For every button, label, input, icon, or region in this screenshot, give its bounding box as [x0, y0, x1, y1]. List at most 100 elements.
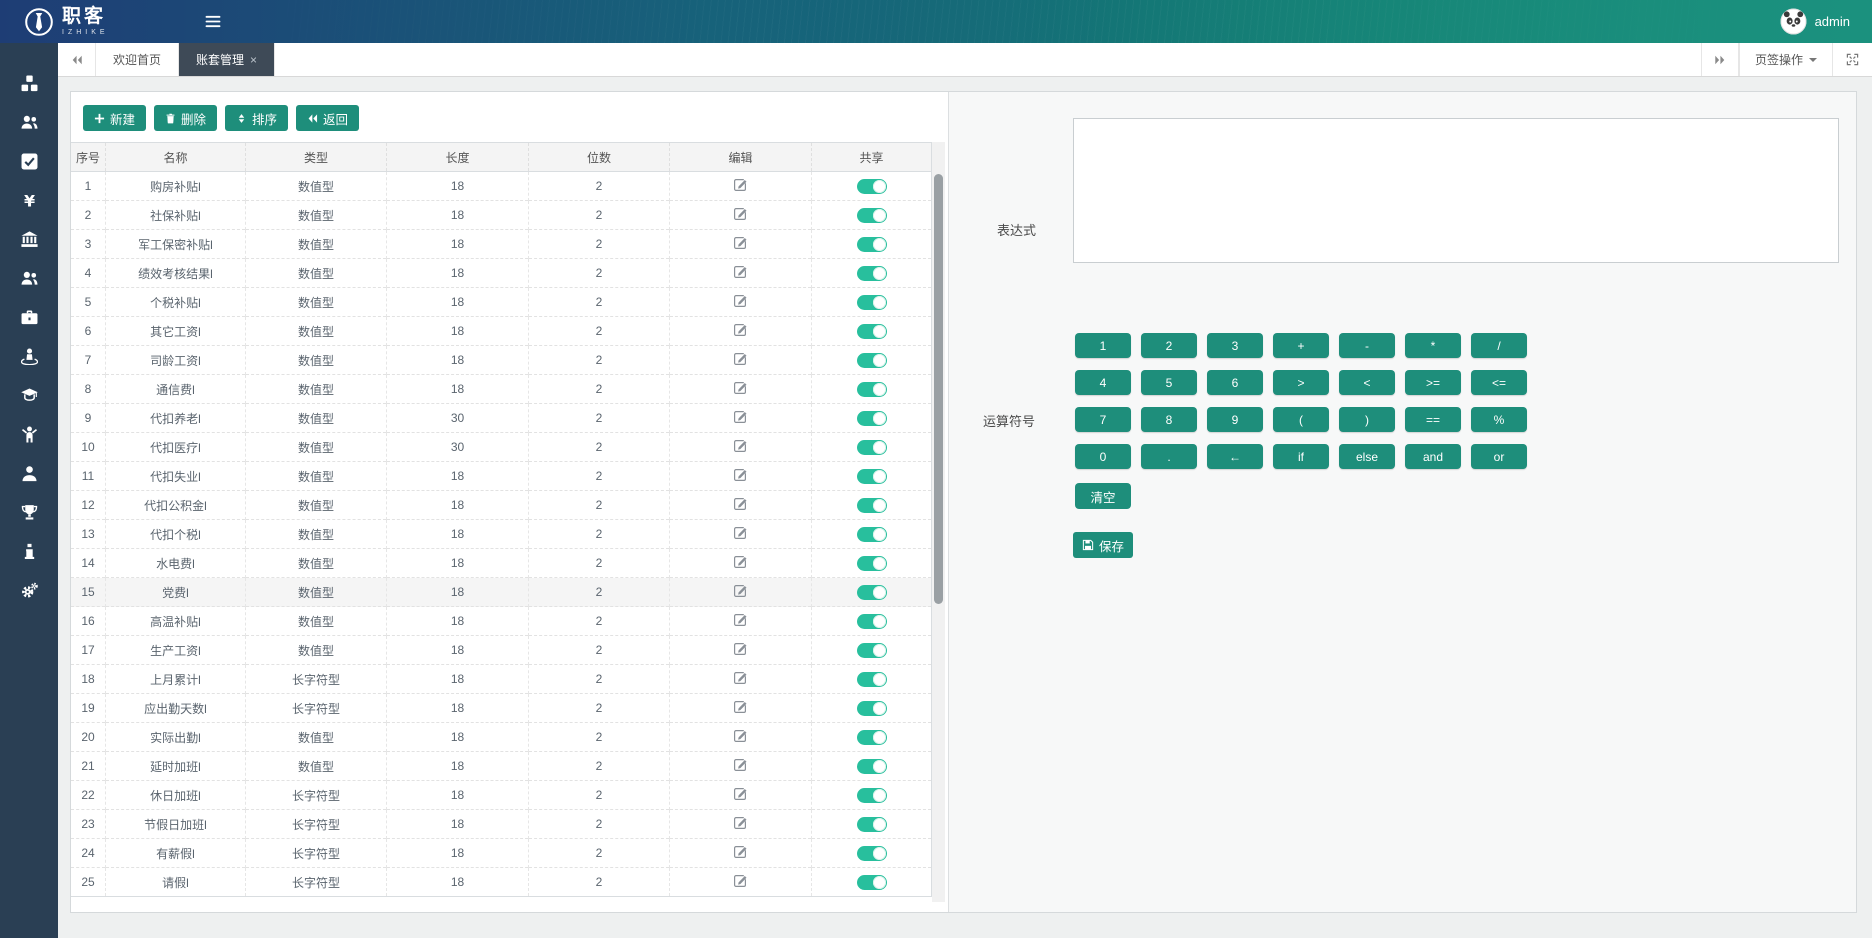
table-row[interactable]: 5 个税补贴l 数值型 18 2: [71, 288, 932, 317]
op-button-)[interactable]: ): [1339, 407, 1395, 432]
table-row[interactable]: 11 代扣失业l 数值型 18 2: [71, 462, 932, 491]
edit-icon[interactable]: [733, 670, 748, 685]
edit-icon[interactable]: [733, 467, 748, 482]
table-scrollbar-thumb[interactable]: [934, 174, 943, 604]
sidebar-item-graduation-cap[interactable]: [0, 376, 58, 415]
share-toggle[interactable]: [857, 788, 887, 803]
edit-icon[interactable]: [733, 177, 748, 192]
op-button->=[interactable]: >=: [1405, 370, 1461, 395]
sidebar-item-yen[interactable]: ¥: [0, 181, 58, 220]
edit-icon[interactable]: [733, 235, 748, 250]
edit-icon[interactable]: [733, 699, 748, 714]
sidebar-item-check-square[interactable]: [0, 142, 58, 181]
edit-icon[interactable]: [733, 641, 748, 656]
op-button-or[interactable]: or: [1471, 444, 1527, 469]
edit-icon[interactable]: [733, 554, 748, 569]
share-toggle[interactable]: [857, 817, 887, 832]
edit-icon[interactable]: [733, 525, 748, 540]
edit-icon[interactable]: [733, 380, 748, 395]
table-row[interactable]: 2 社保补贴l 数值型 18 2: [71, 201, 932, 230]
edit-icon[interactable]: [733, 496, 748, 511]
table-row[interactable]: 13 代扣个税l 数值型 18 2: [71, 520, 932, 549]
share-toggle[interactable]: [857, 469, 887, 484]
table-row[interactable]: 1 购房补贴l 数值型 18 2: [71, 172, 932, 201]
table-row[interactable]: 18 上月累计l 长字符型 18 2: [71, 665, 932, 694]
op-button-<=[interactable]: <=: [1471, 370, 1527, 395]
table-row[interactable]: 19 应出勤天数l 长字符型 18 2: [71, 694, 932, 723]
share-toggle[interactable]: [857, 237, 887, 252]
share-toggle[interactable]: [857, 353, 887, 368]
table-row[interactable]: 21 延时加班l 数值型 18 2: [71, 752, 932, 781]
edit-icon[interactable]: [733, 322, 748, 337]
sidebar-item-users[interactable]: [0, 259, 58, 298]
share-toggle[interactable]: [857, 382, 887, 397]
share-toggle[interactable]: [857, 672, 887, 687]
table-row[interactable]: 10 代扣医疗l 数值型 30 2: [71, 433, 932, 462]
op-button-9[interactable]: 9: [1207, 407, 1263, 432]
op-button-0[interactable]: 0: [1075, 444, 1131, 469]
back-button[interactable]: 返回: [296, 105, 359, 131]
op-button-/[interactable]: /: [1471, 333, 1527, 358]
tab-account-management[interactable]: 账套管理 ×: [179, 43, 275, 76]
op-button-7[interactable]: 7: [1075, 407, 1131, 432]
share-toggle[interactable]: [857, 440, 887, 455]
sidebar-item-info[interactable]: [0, 532, 58, 571]
table-row[interactable]: 15 党费l 数值型 18 2: [71, 578, 932, 607]
edit-icon[interactable]: [733, 815, 748, 830]
sidebar-toggle-button[interactable]: [201, 11, 225, 32]
table-row[interactable]: 3 军工保密补贴l 数值型 18 2: [71, 230, 932, 259]
op-button-%[interactable]: %: [1471, 407, 1527, 432]
table-scrollbar-track[interactable]: [932, 142, 945, 902]
table-row[interactable]: 4 绩效考核结果l 数值型 18 2: [71, 259, 932, 288]
table-row[interactable]: 16 高温补贴l 数值型 18 2: [71, 607, 932, 636]
share-toggle[interactable]: [857, 614, 887, 629]
share-toggle[interactable]: [857, 759, 887, 774]
op-button-8[interactable]: 8: [1141, 407, 1197, 432]
edit-icon[interactable]: [733, 786, 748, 801]
edit-icon[interactable]: [733, 351, 748, 366]
sidebar-item-street-view[interactable]: [0, 337, 58, 376]
app-logo[interactable]: 职客 IZHIKE: [24, 7, 109, 37]
edit-icon[interactable]: [733, 293, 748, 308]
sidebar-item-users[interactable]: [0, 103, 58, 142]
op-button-<[interactable]: <: [1339, 370, 1395, 395]
table-row[interactable]: 23 节假日加班l 长字符型 18 2: [71, 810, 932, 839]
edit-icon[interactable]: [733, 612, 748, 627]
share-toggle[interactable]: [857, 266, 887, 281]
op-button-([interactable]: (: [1273, 407, 1329, 432]
sidebar-item-user[interactable]: [0, 454, 58, 493]
op-button-.[interactable]: .: [1141, 444, 1197, 469]
table-row[interactable]: 6 其它工资l 数值型 18 2: [71, 317, 932, 346]
edit-icon[interactable]: [733, 873, 748, 888]
save-button[interactable]: 保存: [1073, 532, 1133, 558]
table-row[interactable]: 9 代扣养老l 数值型 30 2: [71, 404, 932, 433]
sort-button[interactable]: 排序: [225, 105, 288, 131]
op-button-6[interactable]: 6: [1207, 370, 1263, 395]
edit-icon[interactable]: [733, 583, 748, 598]
new-button[interactable]: 新建: [83, 105, 146, 131]
share-toggle[interactable]: [857, 556, 887, 571]
share-toggle[interactable]: [857, 643, 887, 658]
share-toggle[interactable]: [857, 701, 887, 716]
table-row[interactable]: 20 实际出勤l 数值型 18 2: [71, 723, 932, 752]
share-toggle[interactable]: [857, 527, 887, 542]
edit-icon[interactable]: [733, 264, 748, 279]
share-toggle[interactable]: [857, 498, 887, 513]
table-row[interactable]: 25 请假l 长字符型 18 2: [71, 868, 932, 897]
delete-button[interactable]: 删除: [154, 105, 217, 131]
op-button-5[interactable]: 5: [1141, 370, 1197, 395]
table-row[interactable]: 8 通信费l 数值型 18 2: [71, 375, 932, 404]
fullscreen-button[interactable]: [1832, 43, 1872, 76]
tabs-scroll-right-button[interactable]: [1701, 43, 1739, 76]
sidebar-item-child[interactable]: [0, 415, 58, 454]
share-toggle[interactable]: [857, 730, 887, 745]
tabs-scroll-left-button[interactable]: [58, 43, 96, 76]
user-menu[interactable]: admin: [1780, 8, 1850, 35]
op-button-if[interactable]: if: [1273, 444, 1329, 469]
sidebar-item-bank[interactable]: [0, 220, 58, 259]
edit-icon[interactable]: [733, 206, 748, 221]
op-button-else[interactable]: else: [1339, 444, 1395, 469]
share-toggle[interactable]: [857, 875, 887, 890]
sidebar-item-gears[interactable]: [0, 571, 58, 610]
table-row[interactable]: 12 代扣公积金l 数值型 18 2: [71, 491, 932, 520]
